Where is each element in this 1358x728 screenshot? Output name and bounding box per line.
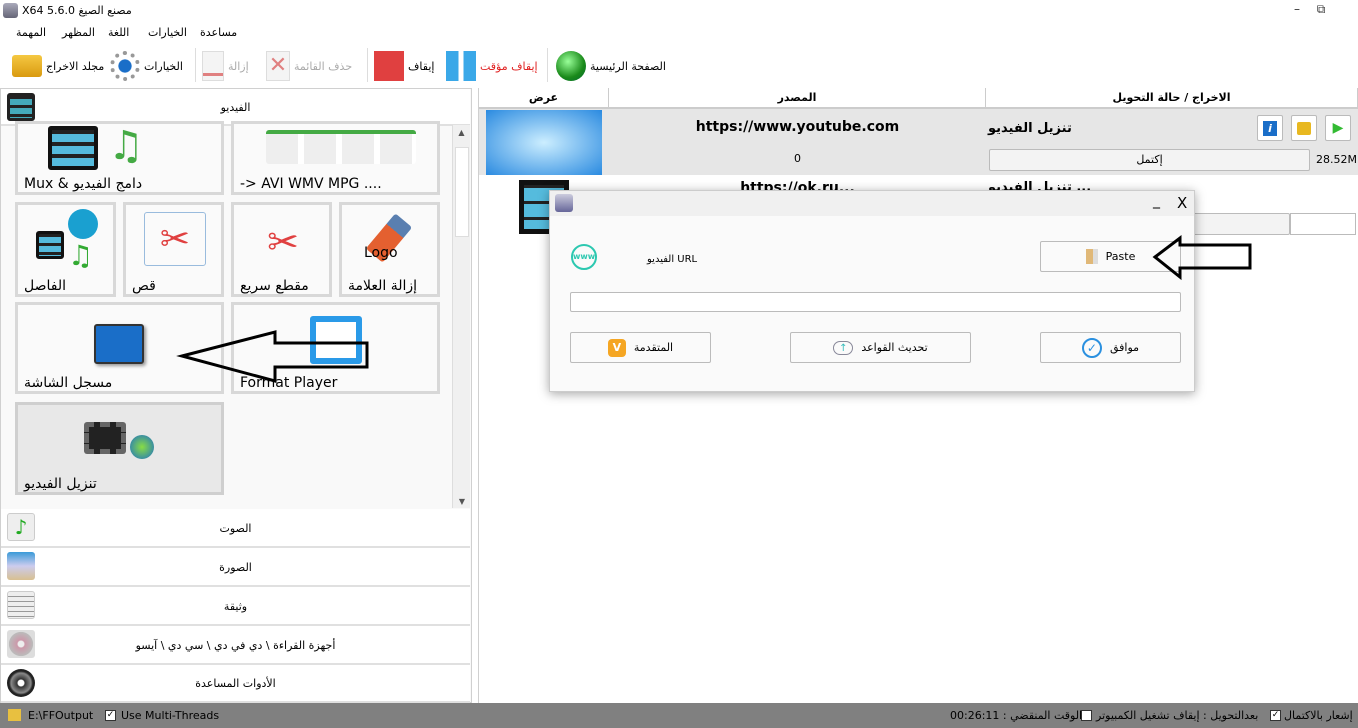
folder-icon [8, 709, 21, 721]
arrow-to-paste [1152, 234, 1252, 281]
status-bar: E:\FFOutput ✓ Use Multi-Threads 00:26:11… [0, 703, 1358, 728]
after-conversion-label: بعدالتحويل : إيقاف تشغيل الكمبيوتر [1096, 709, 1259, 722]
shutdown-checkbox[interactable] [1081, 710, 1092, 721]
notify-checkbox[interactable]: ✓ [1270, 710, 1281, 721]
multithreads-label: Use Multi-Threads [121, 709, 220, 722]
output-path[interactable]: E:\FFOutput [28, 709, 93, 722]
annotation-arrows [176, 234, 1252, 383]
notify-label: إشعار بالاكتمال [1284, 709, 1353, 722]
multithreads-checkbox[interactable]: ✓ [105, 710, 116, 721]
arrow-to-screen-recorder [176, 330, 369, 383]
elapsed-time: 00:26:11 : الوقت المنقضي [950, 709, 1083, 722]
